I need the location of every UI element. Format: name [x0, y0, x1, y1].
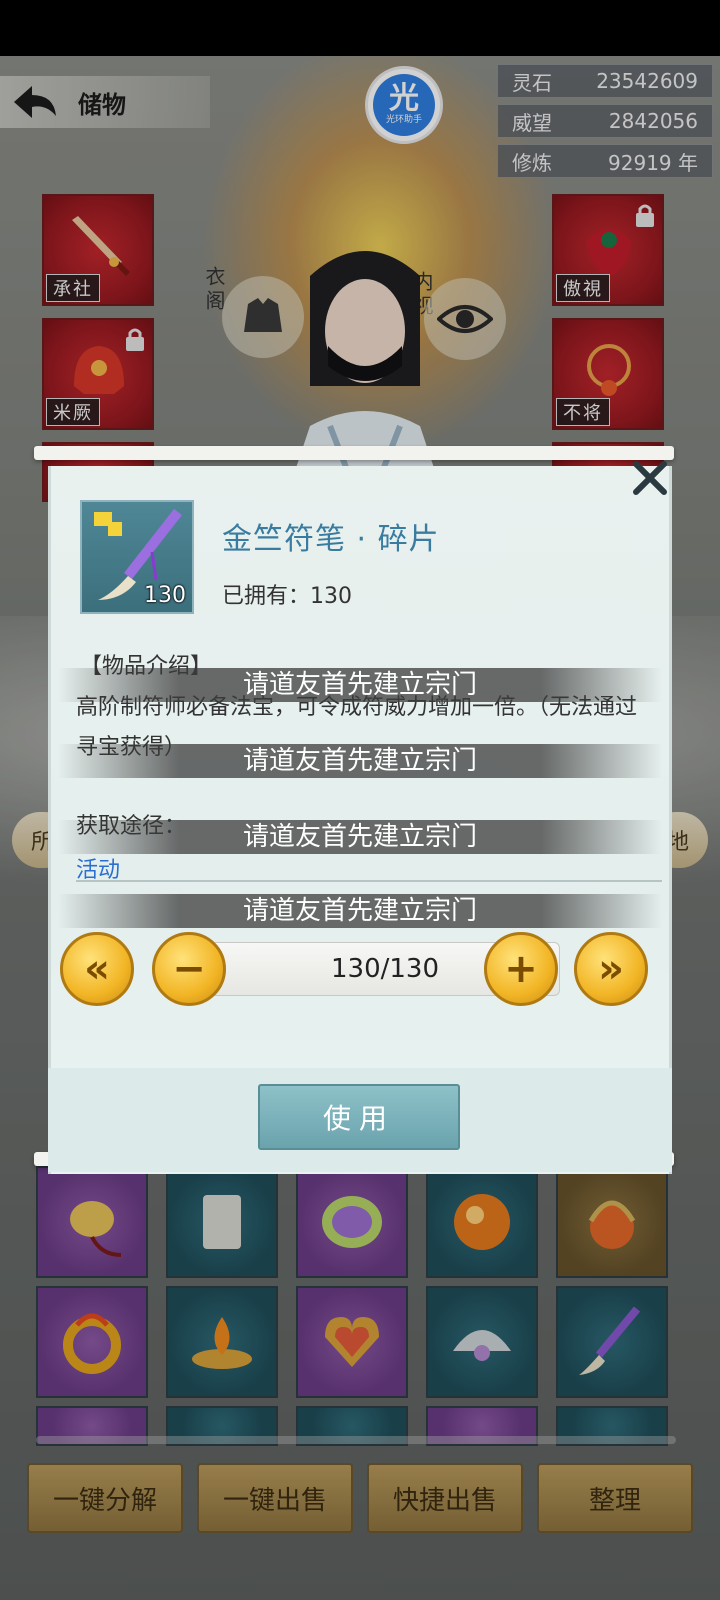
min-button[interactable]: «	[60, 932, 134, 1006]
divider	[76, 880, 662, 882]
quantity-stepper: 130/130 « − + »	[60, 930, 660, 1010]
toast-message: 请道友首先建立宗门	[58, 894, 662, 928]
decrease-button[interactable]: −	[152, 932, 226, 1006]
owned-count: 已拥有：130	[222, 584, 352, 609]
item-icon: 130	[80, 500, 194, 614]
toast-message: 请道友首先建立宗门	[58, 820, 662, 854]
double-chevron-right-icon: »	[598, 946, 624, 992]
minus-icon: −	[172, 946, 206, 992]
max-button[interactable]: »	[574, 932, 648, 1006]
toast-message: 请道友首先建立宗门	[58, 668, 662, 702]
double-chevron-left-icon: «	[84, 946, 110, 992]
scroll-rod-top	[34, 446, 674, 460]
increase-button[interactable]: +	[484, 932, 558, 1006]
item-name: 金竺符笔 · 碎片	[222, 522, 440, 557]
toast-message: 请道友首先建立宗门	[58, 744, 662, 778]
use-button[interactable]: 使用	[258, 1084, 460, 1150]
item-count: 130	[144, 583, 186, 608]
plus-icon: +	[504, 946, 538, 992]
close-icon[interactable]	[630, 458, 670, 498]
